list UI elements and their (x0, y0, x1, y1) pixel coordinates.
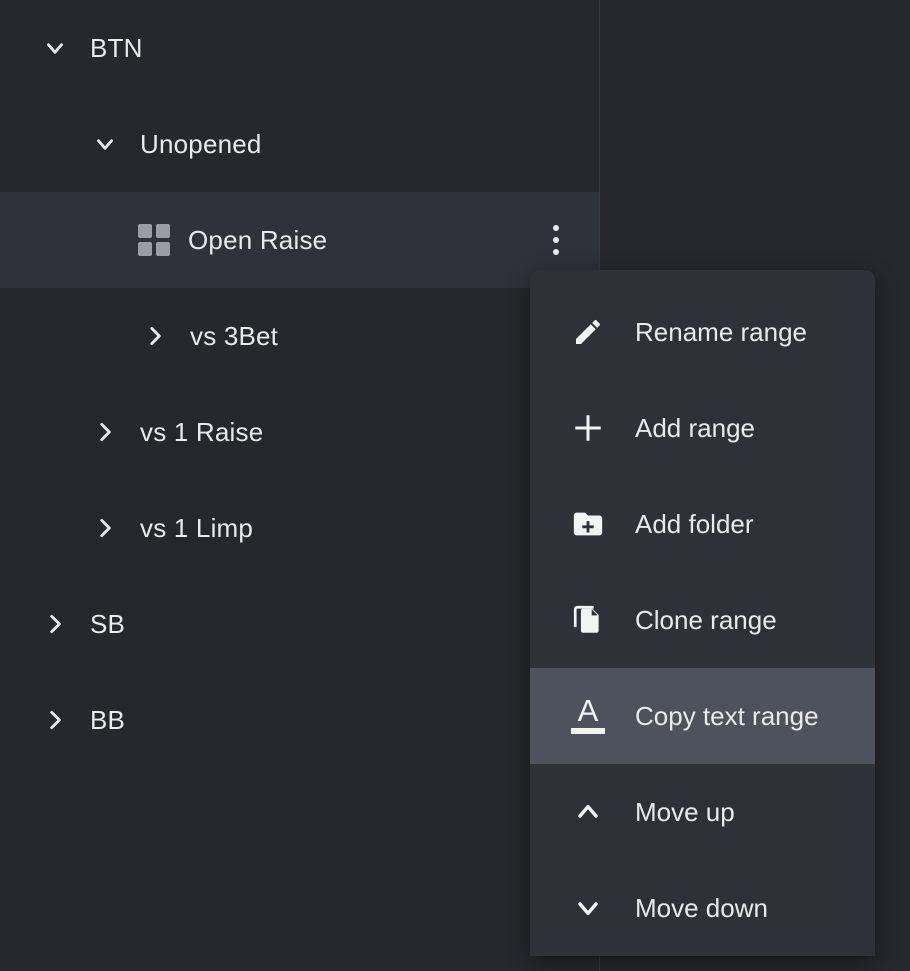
menu-item-label: Rename range (635, 317, 807, 347)
tree-item-vs-1-limp[interactable]: vs 1 Limp (0, 480, 599, 576)
menu-item-label: Move up (635, 797, 735, 827)
menu-item-label: Clone range (635, 605, 777, 635)
tree-item-bb[interactable]: BB (0, 672, 599, 768)
range-context-menu: Rename range Add range Add folder Clone … (530, 270, 875, 956)
tree-item-label: vs 1 Limp (140, 512, 254, 543)
chevron-down-icon[interactable] (38, 31, 72, 65)
chevron-right-icon[interactable] (138, 319, 172, 353)
tree-item-label: vs 1 Raise (140, 416, 264, 447)
tree-item-open-raise[interactable]: Open Raise (0, 192, 599, 288)
plus-icon (568, 408, 608, 448)
folder-plus-icon (568, 504, 608, 544)
menu-item-add-range[interactable]: Add range (530, 380, 875, 476)
menu-item-move-up[interactable]: Move up (530, 764, 875, 860)
grid-icon (138, 224, 170, 256)
chevron-right-icon[interactable] (38, 703, 72, 737)
tree-item-label: BB (90, 704, 126, 735)
menu-item-label: Add range (635, 413, 755, 443)
menu-item-label: Add folder (635, 509, 754, 539)
tree-item-label: SB (90, 608, 126, 639)
text-format-icon: A (568, 695, 608, 736)
tree-item-label: vs 3Bet (190, 320, 279, 351)
app-root: BTN Unopened Open Raise vs 3Bet vs 1 Rai… (0, 0, 910, 971)
range-tree-panel: BTN Unopened Open Raise vs 3Bet vs 1 Rai… (0, 0, 600, 971)
menu-item-clone-range[interactable]: Clone range (530, 572, 875, 668)
menu-item-move-down[interactable]: Move down (530, 860, 875, 956)
chevron-right-icon[interactable] (88, 415, 122, 449)
tree-item-btn[interactable]: BTN (0, 0, 599, 96)
chevron-right-icon[interactable] (38, 607, 72, 641)
tree-item-label: Open Raise (188, 224, 328, 255)
menu-item-label: Copy text range (635, 701, 819, 731)
chevron-up-icon (568, 792, 608, 832)
chevron-down-icon (568, 888, 608, 928)
menu-item-label: Move down (635, 893, 768, 923)
chevron-down-icon[interactable] (88, 127, 122, 161)
tree-item-sb[interactable]: SB (0, 576, 599, 672)
pencil-icon (568, 312, 608, 352)
more-options-icon[interactable] (543, 223, 569, 257)
tree-item-vs-1-raise[interactable]: vs 1 Raise (0, 384, 599, 480)
tree-item-unopened[interactable]: Unopened (0, 96, 599, 192)
copy-icon (568, 600, 608, 640)
tree-item-label: Unopened (140, 128, 262, 159)
menu-item-add-folder[interactable]: Add folder (530, 476, 875, 572)
tree-item-label: BTN (90, 32, 143, 63)
menu-item-rename-range[interactable]: Rename range (530, 284, 875, 380)
menu-item-copy-text-range[interactable]: A Copy text range (530, 668, 875, 764)
chevron-right-icon[interactable] (88, 511, 122, 545)
tree-item-vs-3bet[interactable]: vs 3Bet (0, 288, 599, 384)
